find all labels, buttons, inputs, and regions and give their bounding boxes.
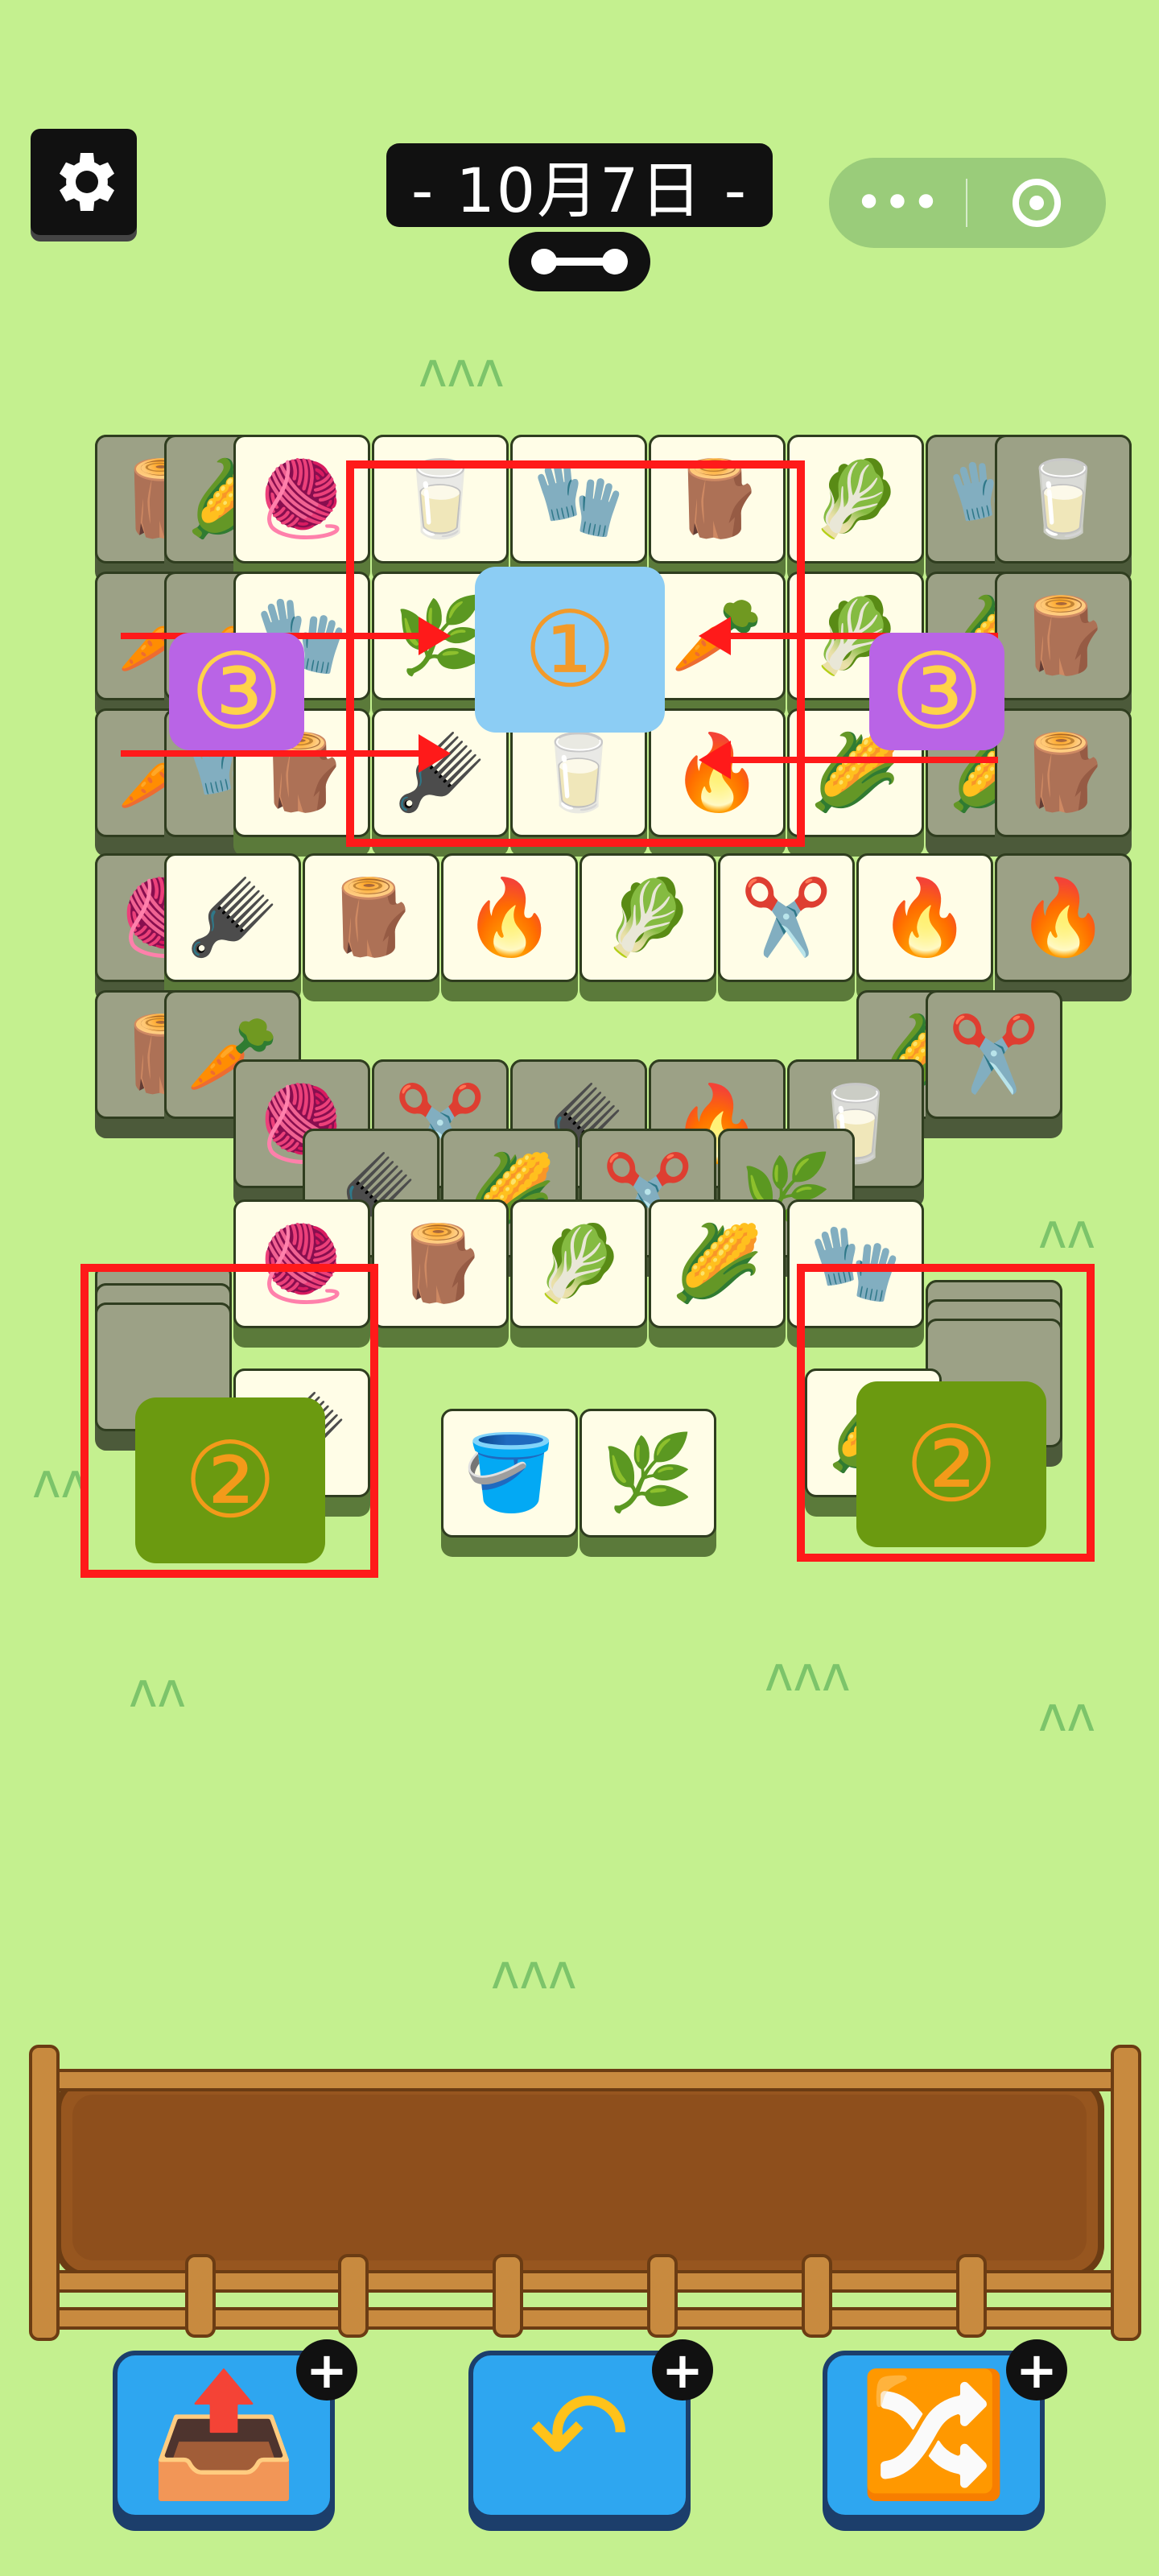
- tile-slot-tray: [55, 2077, 1104, 2278]
- fence-post: [956, 2254, 987, 2338]
- gear-icon: [60, 153, 114, 211]
- tile-icon: 🌽: [649, 1199, 786, 1328]
- board-tile[interactable]: 🌽: [649, 1199, 786, 1348]
- board-tile[interactable]: ✂️: [718, 853, 855, 1001]
- plus-badge[interactable]: +: [652, 2339, 713, 2401]
- tile-icon: 🪮: [164, 853, 301, 982]
- shuffle-tool-icon: 🔀: [858, 2365, 1009, 2505]
- grass-decoration: ᴧᴧᴧ: [765, 1646, 851, 1703]
- arrowhead-icon: [419, 734, 451, 773]
- arrowhead-icon: [699, 617, 731, 655]
- fence-rail: [32, 2069, 1133, 2091]
- board-tile[interactable]: 🪮: [164, 853, 301, 1001]
- fence-post: [647, 2254, 678, 2338]
- target-circle-icon: [1013, 179, 1061, 227]
- tile-icon: ✂️: [718, 853, 855, 982]
- board-tile: 🪵: [995, 708, 1132, 857]
- board-tile[interactable]: 🔥: [441, 853, 578, 1001]
- fence-post: [185, 2254, 216, 2338]
- grass-decoration: ᴧᴧᴧ: [491, 1944, 577, 2000]
- board-tile[interactable]: 🪵: [303, 853, 439, 1001]
- arrowhead-icon: [419, 617, 451, 655]
- arrow-left: [724, 757, 998, 763]
- board-tile: ✂️: [926, 990, 1062, 1138]
- tile-icon: 🪵: [303, 853, 439, 982]
- tile-icon: 🥬: [787, 435, 924, 564]
- fence-post: [29, 2045, 60, 2341]
- tile-icon: 🔥: [995, 853, 1132, 982]
- fence-post: [338, 2254, 369, 2338]
- tile-icon: 🥬: [580, 853, 716, 982]
- more-dots-icon[interactable]: •••: [829, 179, 966, 227]
- arrowhead-icon: [699, 741, 731, 779]
- board-tile: 🥛: [995, 435, 1132, 583]
- progress-bar: [509, 232, 650, 291]
- tile-icon: ✂️: [926, 990, 1062, 1119]
- board-tile[interactable]: 🌿: [580, 1409, 716, 1557]
- board-tile[interactable]: 🥬: [787, 435, 924, 583]
- board-tile[interactable]: 🥬: [580, 853, 716, 1001]
- mini-program-capsule: •••: [829, 158, 1106, 248]
- grass-decoration: ᴧᴧᴧ: [419, 342, 505, 398]
- grass-decoration: ᴧᴧ: [1038, 1686, 1096, 1743]
- tile-icon: 🔥: [441, 853, 578, 982]
- step-badge-2-left: ②: [135, 1397, 325, 1563]
- tile-icon: 🪵: [995, 708, 1132, 837]
- step-badge-3-right: ③: [869, 630, 1004, 753]
- tile-icon: 🥬: [510, 1199, 647, 1328]
- fence-post: [802, 2254, 832, 2338]
- step-badge-1: ①: [475, 567, 665, 733]
- tile-icon: 🌿: [580, 1409, 716, 1538]
- settings-button[interactable]: [31, 129, 137, 235]
- board-tile[interactable]: 🔥: [856, 853, 993, 1001]
- close-button[interactable]: [967, 175, 1106, 231]
- tile-icon: 🥛: [995, 435, 1132, 564]
- plus-badge[interactable]: +: [296, 2339, 357, 2401]
- step-badge-2-right: ②: [856, 1381, 1046, 1547]
- tile-icon: 🔥: [856, 853, 993, 982]
- fence-post: [493, 2254, 523, 2338]
- board-tile: 🪵: [995, 572, 1132, 720]
- board-tile: 🔥: [995, 853, 1132, 1001]
- move-out-tool-icon: 📤: [148, 2365, 299, 2505]
- progress-bar-icon: [531, 249, 628, 275]
- tile-icon: 🪣: [441, 1409, 578, 1538]
- grass-decoration: ᴧᴧ: [129, 1662, 187, 1719]
- plus-badge[interactable]: +: [1006, 2339, 1067, 2401]
- grass-decoration: ᴧᴧ: [1038, 1203, 1096, 1260]
- board-tile[interactable]: 🪣: [441, 1409, 578, 1557]
- date-title: - 10月7日 -: [386, 143, 773, 227]
- tile-icon: 🪵: [372, 1199, 509, 1328]
- tile-icon: 🪵: [995, 572, 1132, 700]
- step-badge-3-left: ③: [169, 630, 304, 753]
- fence-post: [1111, 2045, 1141, 2341]
- board-tile[interactable]: 🥬: [510, 1199, 647, 1348]
- board-tile[interactable]: 🪵: [372, 1199, 509, 1348]
- undo-tool-icon: ↶: [529, 2365, 630, 2505]
